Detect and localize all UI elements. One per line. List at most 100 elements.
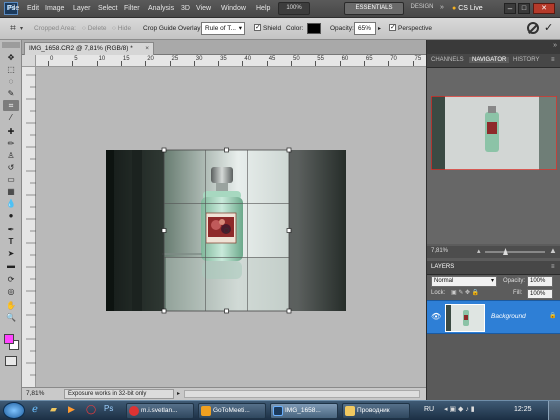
3d-orbit-tool-icon[interactable]: ◎ — [3, 286, 19, 297]
document-tab[interactable]: IMG_1658.CR2 @ 7,81% (RGB/8) * × — [24, 42, 154, 55]
cancel-crop-icon[interactable] — [527, 22, 539, 34]
dock-collapse-bar[interactable]: » — [427, 40, 560, 54]
horizontal-ruler[interactable]: 0 5 10 15 20 25 30 35 40 45 50 55 60 65 70 75 — [36, 55, 426, 67]
start-button[interactable] — [3, 402, 25, 419]
pen-tool-icon[interactable]: ✒ — [3, 224, 19, 235]
layer-fill-field[interactable]: 100% — [527, 289, 553, 299]
status-scrollbar[interactable] — [184, 390, 420, 398]
essentials-button[interactable]: ESSENTIALS — [344, 2, 404, 15]
eyedropper-tool-icon[interactable]: ⁄ — [3, 112, 19, 123]
layer-name[interactable]: Background — [491, 313, 526, 320]
status-zoom[interactable]: 7,81% — [26, 390, 44, 397]
quick-mask-icon[interactable] — [5, 356, 17, 366]
ie-icon[interactable]: ℯ — [32, 404, 38, 415]
shield-checkbox[interactable]: Shield — [254, 23, 281, 32]
lasso-tool-icon[interactable]: ◌ — [3, 76, 19, 87]
crop-tool-icon[interactable]: ⌗ — [6, 22, 20, 35]
brush-tool-icon[interactable]: ✏ — [3, 138, 19, 149]
cslive-menu[interactable]: ● CS Live — [452, 5, 483, 12]
tab-navigator[interactable]: NAVIGATOR — [469, 57, 510, 63]
zoom-slider[interactable] — [485, 251, 545, 253]
navigator-thumbnail[interactable] — [430, 95, 558, 171]
clock[interactable]: 12:25 — [514, 406, 532, 413]
quick-select-tool-icon[interactable]: ✎ — [3, 88, 19, 99]
menu-window[interactable]: Window — [221, 5, 246, 12]
media-player-icon[interactable]: ▶ — [68, 404, 75, 415]
zoom-in-icon[interactable]: ▲ — [549, 246, 557, 255]
3d-rotate-tool-icon[interactable]: ⟳ — [3, 274, 19, 285]
menu-view[interactable]: View — [196, 5, 211, 12]
layers-menu-icon[interactable]: ≡ — [551, 264, 555, 270]
foreground-color-swatch[interactable] — [4, 334, 14, 344]
tab-channels[interactable]: CHANNELS — [431, 57, 464, 63]
opacity-field[interactable]: 65% — [354, 22, 376, 35]
stamp-tool-icon[interactable]: ♙ — [3, 150, 19, 161]
menu-3d[interactable]: 3D — [181, 5, 190, 12]
eraser-tool-icon[interactable]: ▭ — [3, 174, 19, 185]
tool-preset-arrow-icon[interactable]: ▾ — [20, 25, 23, 32]
status-arrow-icon[interactable]: ▸ — [177, 390, 180, 397]
design-button[interactable]: DESIGN — [406, 2, 438, 15]
minimize-icon[interactable]: – — [504, 3, 516, 14]
blend-mode-select[interactable]: Normal ▾ — [431, 276, 497, 287]
hand-tool-icon[interactable]: ✋ — [3, 300, 19, 311]
vertical-ruler[interactable] — [22, 67, 36, 387]
crop-tool-selected-icon[interactable]: ⌗ — [3, 100, 19, 111]
canvas-area[interactable] — [36, 67, 426, 387]
opera-icon[interactable]: ◯ — [86, 404, 96, 415]
zoom-select[interactable]: 100% — [278, 2, 310, 15]
layer-row-background[interactable]: 👁 Background 🔒 — [427, 300, 560, 334]
tab-history[interactable]: HISTORY — [513, 57, 539, 63]
workspace-more-icon[interactable]: » — [440, 4, 444, 11]
menu-analysis[interactable]: Analysis — [148, 5, 174, 12]
zoom-tool-icon[interactable]: 🔍 — [3, 312, 19, 323]
delete-radio[interactable]: ○ Delete — [82, 25, 107, 32]
navigator-zoom-value[interactable]: 7,81% — [431, 248, 448, 254]
tray-icons[interactable]: ◂ ▣ ◆ ♪ ▮ — [444, 405, 475, 413]
explorer-icon[interactable]: ▰ — [50, 404, 57, 415]
lock-icons[interactable]: ▣ ✎ ✥ 🔒 — [451, 289, 479, 296]
tab-layers[interactable]: LAYERS — [431, 264, 454, 270]
history-brush-icon[interactable]: ↺ — [3, 162, 19, 173]
maximize-icon[interactable]: □ — [518, 3, 530, 14]
menu-image[interactable]: Image — [45, 5, 64, 12]
menu-filter[interactable]: Filter — [124, 5, 140, 12]
menu-layer[interactable]: Layer — [73, 5, 91, 12]
menu-select[interactable]: Select — [98, 5, 117, 12]
ruler-tick-label: 25 — [171, 56, 179, 62]
show-desktop-button[interactable] — [548, 401, 560, 420]
taskbar-gotomeeting[interactable]: GoToMeeti... — [198, 403, 266, 419]
ps-taskbar-icon[interactable]: Ps — [104, 404, 113, 413]
panel-menu-icon[interactable]: ≡ — [551, 57, 555, 63]
visibility-eye-icon[interactable]: 👁 — [431, 312, 441, 321]
perspective-checkbox[interactable]: Perspective — [389, 23, 432, 32]
language-indicator[interactable]: RU — [424, 406, 434, 413]
gradient-tool-icon[interactable]: ▦ — [3, 186, 19, 197]
overlay-select[interactable]: Rule of T... ▾ — [201, 22, 245, 35]
healing-tool-icon[interactable]: ✚ — [3, 126, 19, 137]
menu-help[interactable]: Help — [256, 5, 270, 12]
dodge-tool-icon[interactable]: ● — [3, 210, 19, 221]
opacity-arrow-icon[interactable]: ▸ — [378, 25, 381, 32]
taskbar-explorer[interactable]: Проводник — [342, 403, 410, 419]
crop-canvas[interactable] — [36, 67, 426, 387]
tab-close-icon[interactable]: × — [145, 43, 149, 55]
move-tool-icon[interactable]: ✥ — [3, 52, 19, 63]
status-info-field[interactable]: Exposure works in 32-bit only — [64, 389, 174, 399]
commit-crop-icon[interactable]: ✓ — [544, 21, 553, 34]
zoom-out-icon[interactable]: ▴ — [477, 247, 481, 255]
marquee-tool-icon[interactable]: ⬚ — [3, 64, 19, 75]
tools-collapse-icon[interactable] — [2, 42, 20, 48]
blur-tool-icon[interactable]: 💧 — [3, 198, 19, 209]
menu-file[interactable]: File — [8, 5, 19, 12]
type-tool-icon[interactable]: T — [3, 236, 19, 247]
menu-edit[interactable]: Edit — [27, 5, 39, 12]
taskbar-photoshop[interactable]: IMG_1658... — [270, 403, 338, 419]
taskbar-opera[interactable]: m.i.svetlan... — [126, 403, 194, 419]
path-select-tool-icon[interactable]: ➤ — [3, 248, 19, 259]
hide-radio[interactable]: ○ Hide — [112, 25, 131, 32]
close-icon[interactable]: ✕ — [533, 3, 555, 14]
layer-opacity-field[interactable]: 100% — [527, 276, 553, 287]
shape-tool-icon[interactable]: ▬ — [3, 260, 19, 271]
shield-color-swatch[interactable] — [307, 23, 321, 34]
